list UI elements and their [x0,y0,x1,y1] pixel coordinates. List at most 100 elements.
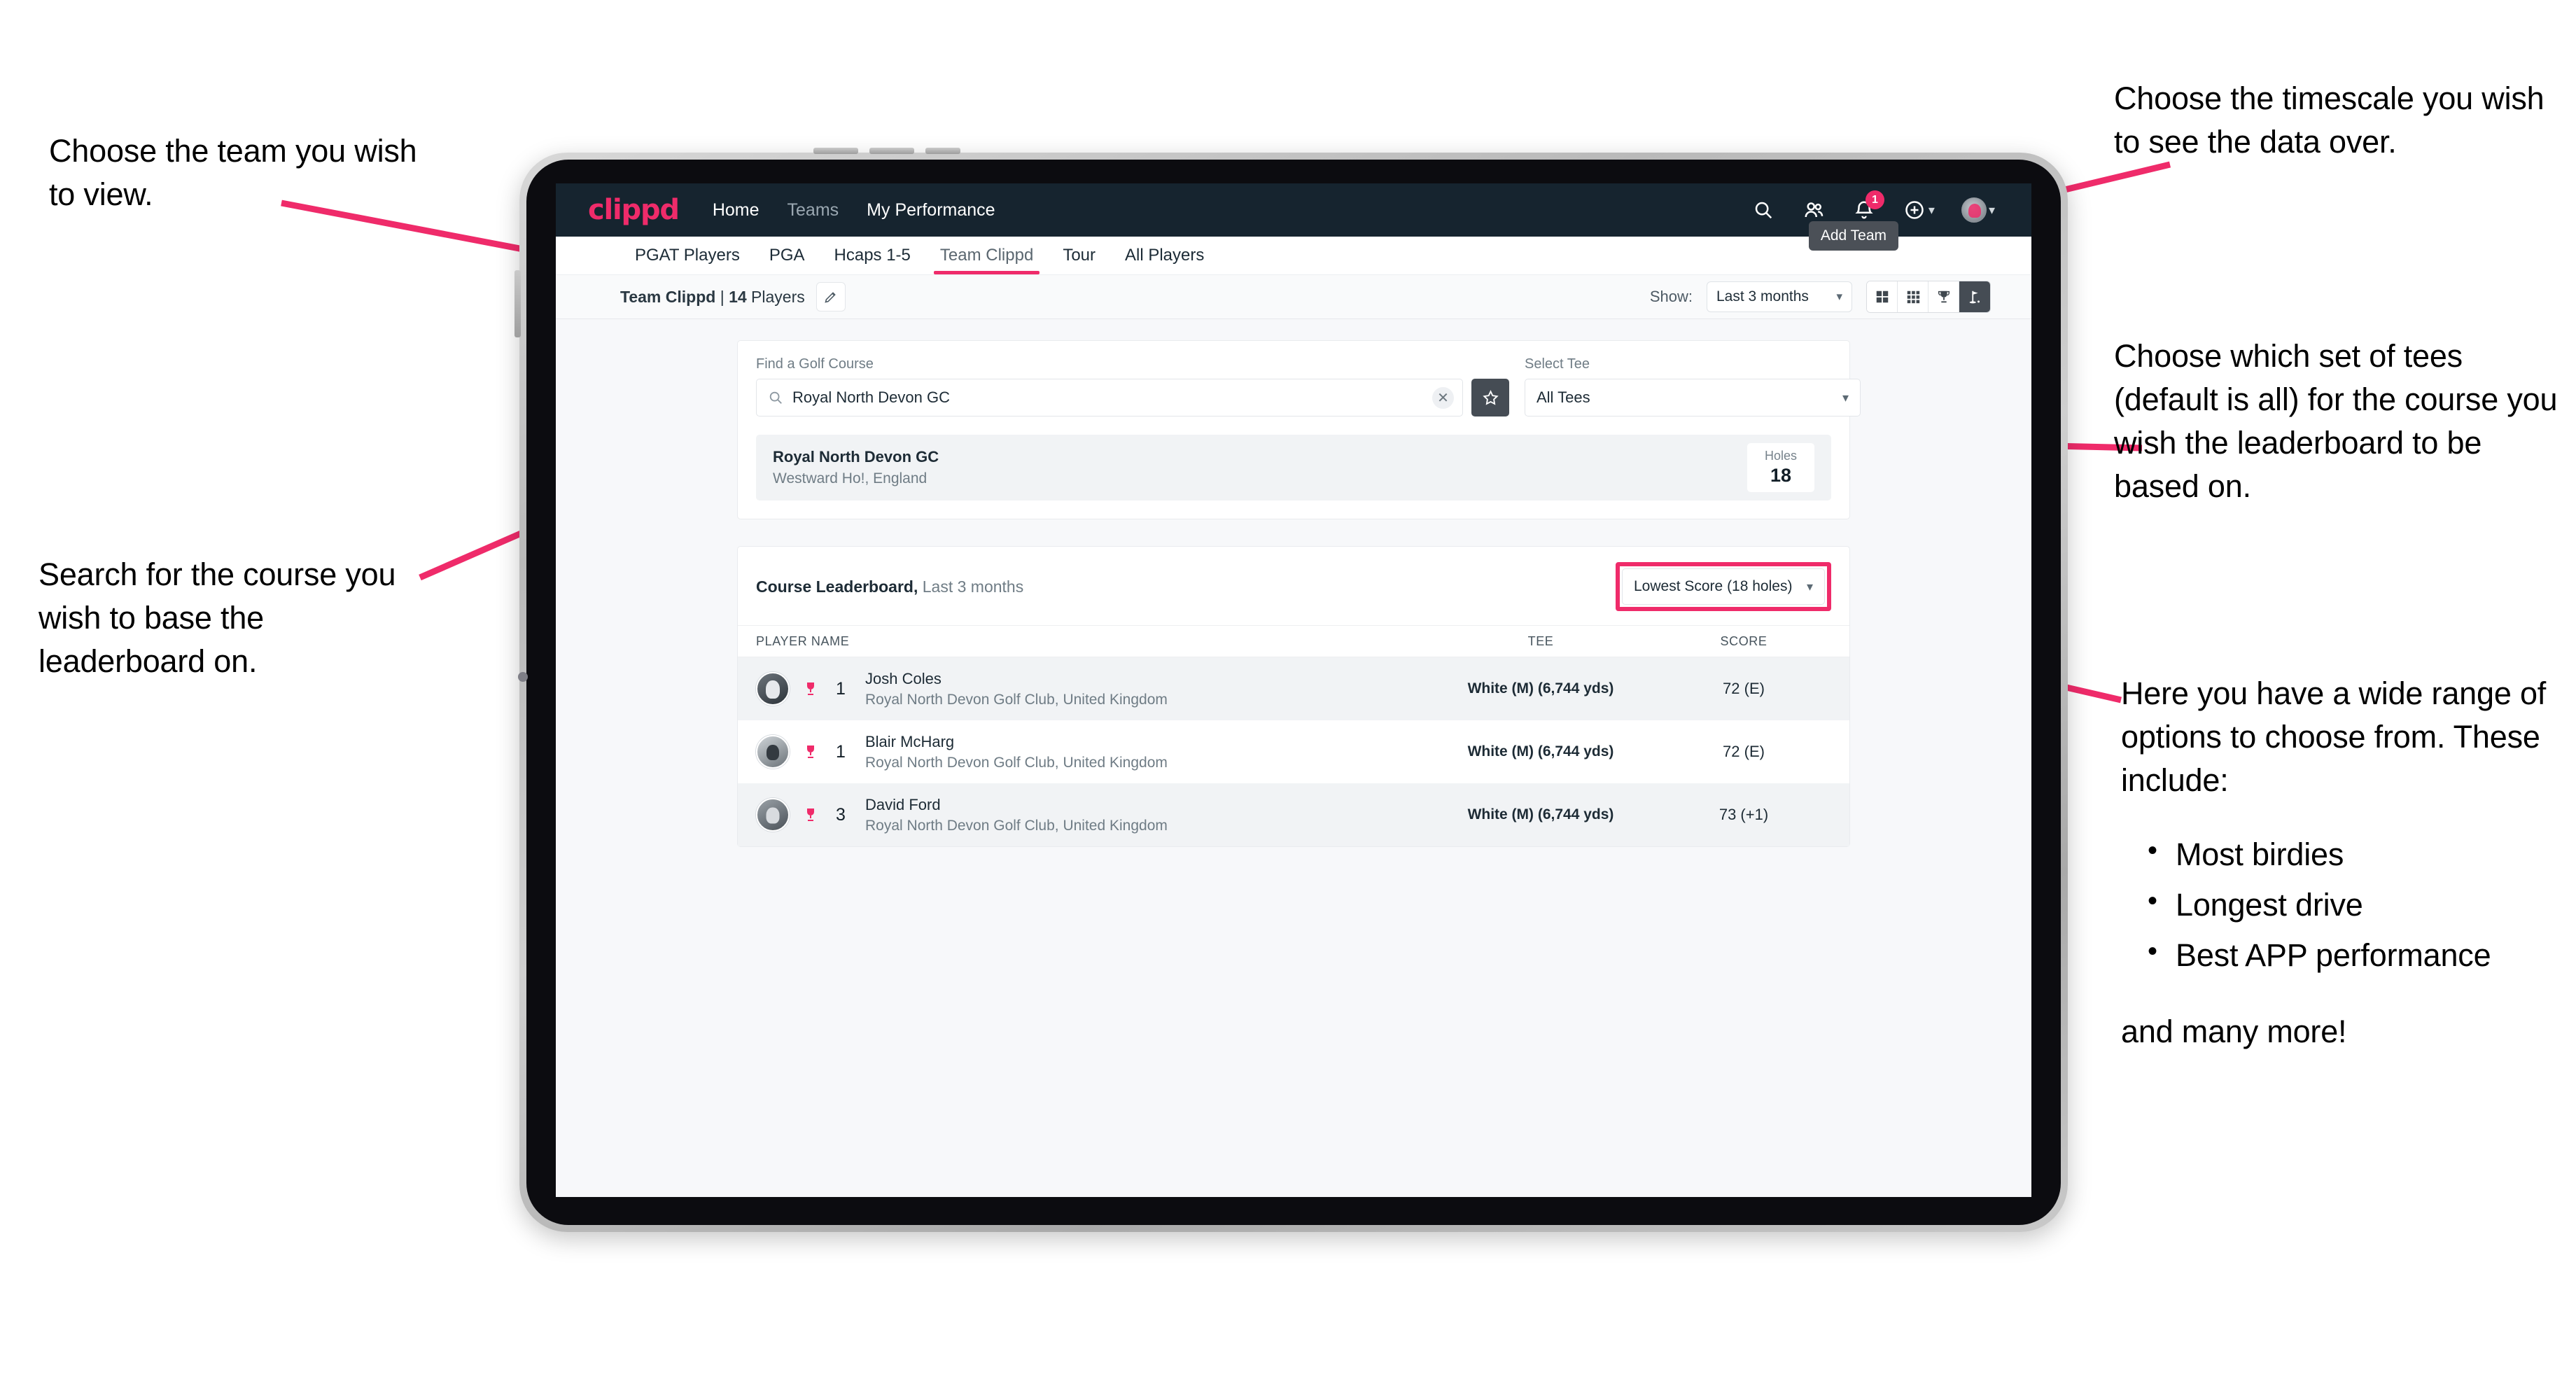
player-tee: White (M) (6,744 yds) [1467,680,1614,696]
course-search-panel: Find a Golf Course Royal North Devon GC … [737,340,1861,519]
people-icon[interactable] [1802,198,1826,222]
pencil-icon[interactable] [816,282,846,312]
avatar [756,798,790,832]
team-toolbar: Team Clippd | 14 Players Show: Last 3 mo… [556,274,2031,319]
timescale-select[interactable]: Last 3 months ▾ [1707,281,1852,312]
leaderboard-metric-select[interactable]: Lowest Score (18 holes) ▾ [1622,568,1825,605]
device-button-top [869,148,914,154]
course-result-text: Royal North Devon GC Westward Ho!, Engla… [773,448,939,487]
chevron-down-icon: ▾ [1836,290,1842,303]
main-nav: Home Teams My Performance [713,200,995,220]
tab-tour[interactable]: Tour [1048,237,1110,274]
player-name: David Ford [865,795,941,813]
tab-team-clippd[interactable]: Team Clippd [925,237,1048,274]
column-header-player-name: PLAYER NAME [756,634,850,648]
avatar [756,735,790,769]
player-club: Royal North Devon Golf Club, United King… [865,817,1168,834]
team-players-word: Players [746,287,805,306]
search-input-value: Royal North Devon GC [792,388,950,406]
player-club: Royal North Devon Golf Club, United King… [865,691,1168,708]
page-content: Find a Golf Course Royal North Devon GC … [556,319,2031,1197]
avatar [756,672,790,706]
player-name: Blair McHarg [865,732,955,750]
course-result-card[interactable]: Royal North Devon GC Westward Ho!, Engla… [756,435,1831,500]
chevron-down-icon: ▾ [1988,202,1995,217]
player-cell: 1 Josh Coles Royal North Devon Golf Club… [756,670,1425,708]
avatar[interactable] [1961,197,1987,223]
nav-item-home[interactable]: Home [713,200,760,220]
player-cell: 3 David Ford Royal North Devon Golf Club… [756,796,1425,834]
player-info: Blair McHarg Royal North Devon Golf Club… [865,733,1168,771]
add-team-tooltip: Add Team [1808,221,1898,251]
leaderboard-title: Course Leaderboard, Last 3 months [756,578,1023,596]
device-bezel: clippd Home Teams My Performance 1 ▾ ▾ P… [526,160,2061,1225]
notification-badge: 1 [1865,190,1884,209]
search-icon [769,391,782,404]
team-summary: Team Clippd | 14 Players [620,288,805,307]
device-button-top [813,148,858,154]
player-club: Royal North Devon Golf Club, United King… [865,754,1168,771]
clippd-logo[interactable]: clippd [588,196,680,224]
chevron-down-icon: ▾ [1928,202,1935,217]
device-side-dot [518,672,528,682]
golf-flag-icon[interactable] [1959,281,1990,312]
annotation-bullet: Best APP performance [2148,932,2569,977]
search-icon[interactable] [1751,198,1775,222]
plus-circle-icon[interactable] [1903,198,1926,222]
leaderboard-title-sub: Last 3 months [918,577,1024,596]
tee-field-label: Select Tee [1525,356,1590,372]
player-rank: 3 [836,804,846,825]
profile-menu[interactable]: ▾ [1961,197,1995,223]
leaderboard-header: Course Leaderboard, Last 3 months Lowest… [738,547,1849,625]
leaderboard-column-headers: PLAYER NAME TEE SCORE [738,625,1849,657]
trophy-icon[interactable] [1928,281,1959,312]
player-rank: 1 [836,678,846,699]
timescale-value: Last 3 months [1716,288,1809,304]
annotation-choose-team: Choose the team you wish to view. [49,133,417,213]
tee-select-value: All Tees [1536,388,1590,406]
tab-pgat-players[interactable]: PGAT Players [620,237,755,274]
tee-select[interactable]: All Tees ▾ [1525,379,1861,416]
leaderboard-title-main: Course Leaderboard, [756,577,918,596]
screenshot-root: Choose the team you wish to view. Choose… [0,0,2576,1386]
player-tee: White (M) (6,744 yds) [1467,743,1614,760]
nav-item-my-performance[interactable]: My Performance [867,200,995,220]
player-tee: White (M) (6,744 yds) [1467,806,1614,822]
trophy-icon [801,743,820,760]
device-button-left [514,270,521,337]
course-result-location: Westward Ho!, England [773,470,927,486]
annotation-tees: Choose which set of tees (default is all… [2114,338,2558,505]
tab-pga[interactable]: PGA [755,237,820,274]
add-menu[interactable]: ▾ [1903,198,1935,222]
player-cell: 1 Blair McHarg Royal North Devon Golf Cl… [756,733,1425,771]
annotation-options: Here you have a wide range of options to… [2121,672,2569,1054]
course-field-group: Find a Golf Course Royal North Devon GC … [756,356,1509,416]
table-row[interactable]: 1 Josh Coles Royal North Devon Golf Club… [738,657,1849,720]
header-actions: 1 ▾ ▾ [1751,190,1995,223]
search-fields: Find a Golf Course Royal North Devon GC … [756,356,1861,416]
tab-hcaps-1-5[interactable]: Hcaps 1-5 [820,237,925,274]
holes-value: 18 [1770,465,1792,486]
chevron-down-icon: ▾ [1806,579,1813,594]
tablet-device-frame: clippd Home Teams My Performance 1 ▾ ▾ P… [514,148,2068,1232]
annotation-bullet: Longest drive [2148,882,2569,927]
tee-field-group: Select Tee All Tees ▾ [1525,356,1861,416]
chevron-down-icon: ▾ [1842,390,1849,405]
close-icon[interactable]: ✕ [1432,386,1454,409]
nav-item-teams[interactable]: Teams [788,200,839,220]
table-row[interactable]: 1 Blair McHarg Royal North Devon Golf Cl… [738,720,1849,783]
search-input[interactable]: Royal North Devon GC ✕ [756,379,1463,416]
grid-3x3-icon[interactable] [1898,281,1928,312]
search-area: Find a Golf Course Royal North Devon GC … [738,341,1861,435]
column-header-score: SCORE [1720,634,1768,648]
player-score: 72 (E) [1723,680,1765,697]
star-icon[interactable] [1471,379,1509,416]
team-separator: | [715,287,729,306]
tab-all-players[interactable]: All Players [1110,237,1219,274]
trophy-icon [801,680,820,697]
annotation-options-intro: Here you have a wide range of options to… [2121,676,2547,799]
player-rank: 1 [836,741,846,762]
table-row[interactable]: 3 David Ford Royal North Devon Golf Club… [738,783,1849,846]
grid-2x2-icon[interactable] [1867,281,1898,312]
bell-icon[interactable]: 1 [1852,190,1884,222]
